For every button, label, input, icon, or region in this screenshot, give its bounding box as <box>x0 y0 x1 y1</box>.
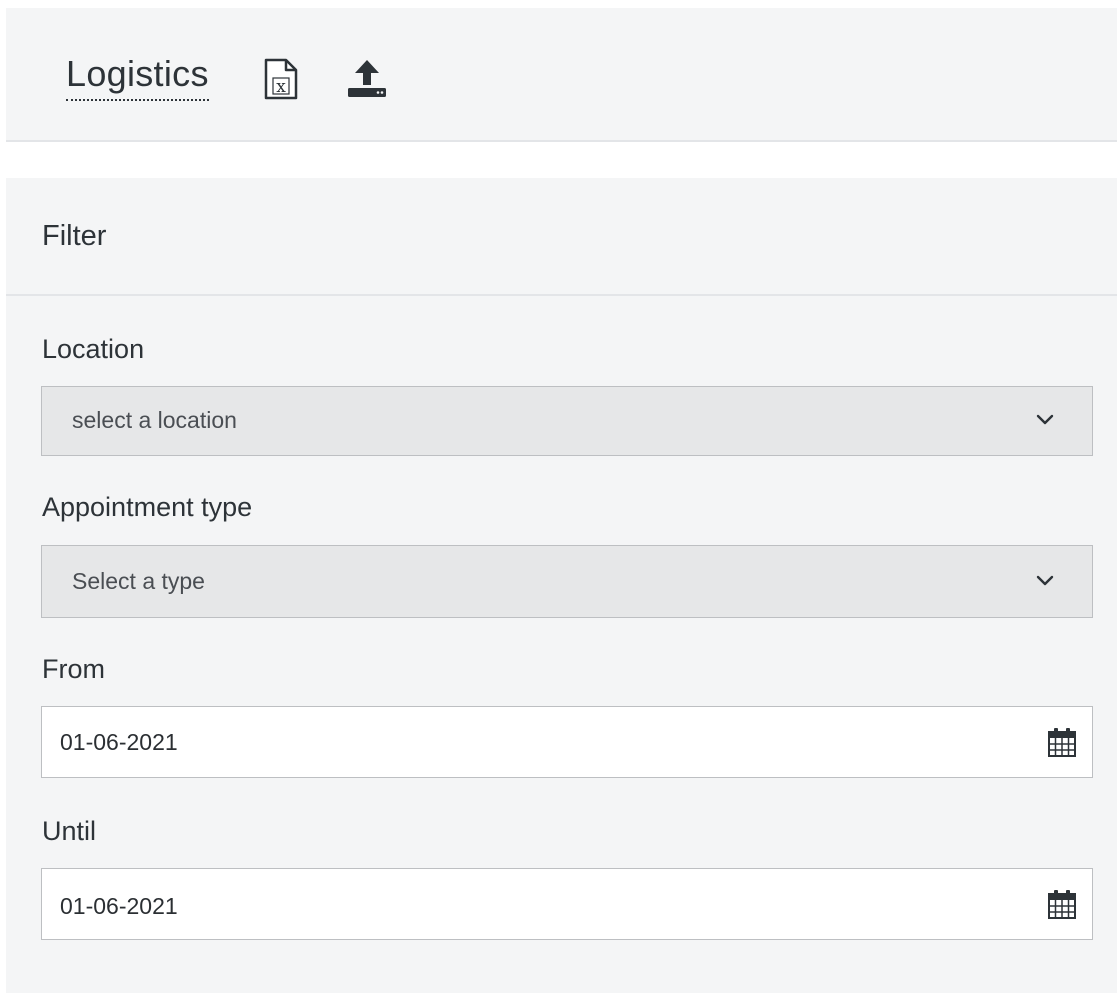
filter-title: Filter <box>42 220 107 252</box>
filter-heading: Filter <box>6 178 1117 296</box>
chevron-down-icon <box>1036 413 1054 425</box>
from-date-value: 01-06-2021 <box>60 729 178 755</box>
from-label: From <box>42 654 105 684</box>
excel-file-icon[interactable]: x <box>264 58 298 100</box>
appointment-type-select-value: Select a type <box>72 568 205 594</box>
calendar-icon[interactable] <box>1046 888 1078 920</box>
until-date-value: 01-06-2021 <box>60 893 178 919</box>
page-title[interactable]: Logistics <box>66 52 209 102</box>
location-label: Location <box>42 334 145 364</box>
until-label: Until <box>42 816 97 846</box>
page-header: Logistics x <box>6 8 1117 142</box>
chevron-down-icon <box>1036 574 1054 586</box>
upload-icon[interactable] <box>346 58 388 98</box>
from-date-input[interactable]: 01-06-2021 <box>41 706 1093 778</box>
filter-panel: Filter Location select a location Appoin… <box>6 178 1117 993</box>
location-select[interactable]: select a location <box>41 386 1093 456</box>
appointment-type-select[interactable]: Select a type <box>41 545 1093 618</box>
appointment-type-label: Appointment type <box>42 492 253 522</box>
calendar-icon[interactable] <box>1046 726 1078 758</box>
location-select-value: select a location <box>72 407 237 433</box>
until-date-input[interactable]: 01-06-2021 <box>41 868 1093 940</box>
